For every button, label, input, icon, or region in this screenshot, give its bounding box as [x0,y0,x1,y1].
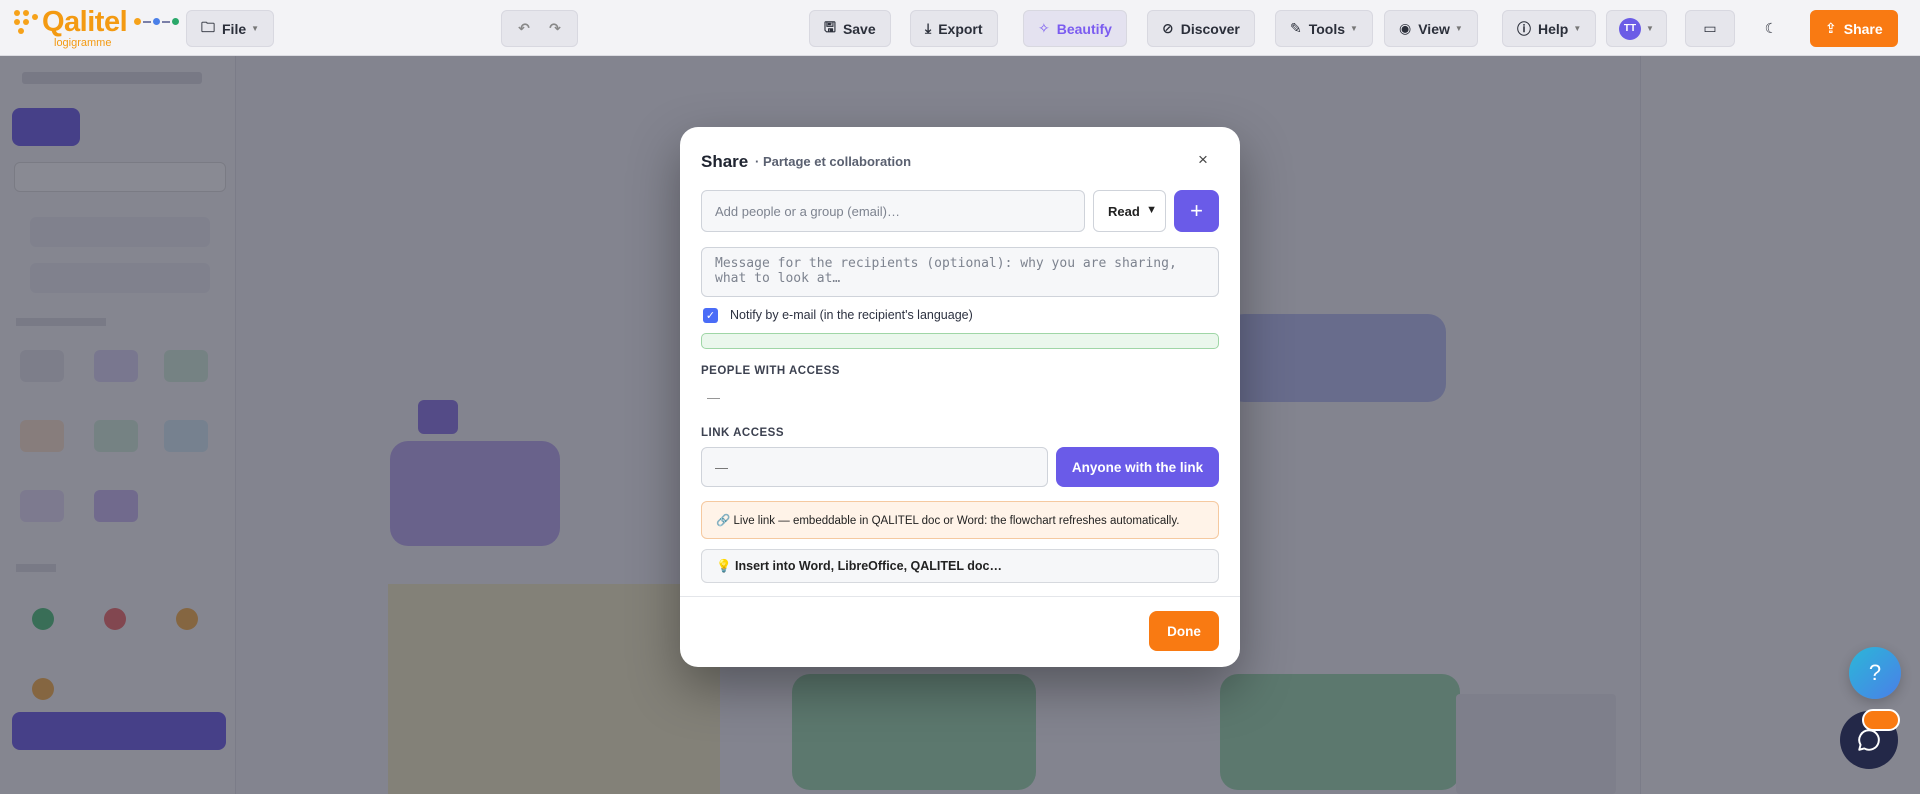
share-dialog: Share · Partage et collaboration × Read … [680,127,1240,667]
view-label: View [1418,20,1450,37]
dialog-footer-divider [680,596,1240,597]
beautify-label: Beautify [1056,20,1112,37]
insert-into-docs-toggle[interactable]: 💡 Insert into Word, LibreOffice, QALITEL… [701,549,1219,583]
redo-icon[interactable]: ↷ [549,20,561,37]
beautify-button[interactable]: ✧ Beautify [1023,10,1127,47]
status-bar [701,333,1219,349]
notify-label: Notify by e-mail (in the recipient's lan… [730,308,973,322]
permission-value: Read [1108,203,1140,219]
live-link-info: 🔗 Live link — embeddable in QALITEL doc … [701,501,1219,539]
permission-select[interactable]: Read ▼ [1093,190,1166,232]
help-label: Help [1538,20,1569,37]
anyone-with-link-button[interactable]: Anyone with the link [1056,447,1219,487]
share-label: Share [1843,20,1883,37]
moon-icon: ☾ [1764,20,1778,36]
save-button[interactable]: 🖫 Save [809,10,891,47]
add-recipient-button[interactable]: + [1174,190,1219,232]
chevron-down-icon: ▼ [251,24,260,33]
message-textarea[interactable] [701,247,1219,297]
sparkle-icon: ✧ [1038,20,1050,36]
people-section-heading: PEOPLE WITH ACCESS [701,365,840,377]
app-logo[interactable]: Qalitel logigramme [14,6,128,49]
flow-decoration-icon [134,18,179,25]
link-section-heading: LINK ACCESS [701,427,785,439]
save-icon: 🖫 [824,18,836,35]
discover-button[interactable]: ⊘ Discover [1147,10,1255,47]
done-button[interactable]: Done [1149,611,1219,651]
upload-icon: ⇪ [1825,20,1837,36]
chat-notification-badge [1862,709,1900,731]
tools-label: Tools [1308,20,1346,37]
avatar: TT [1619,17,1641,40]
help-fab-button[interactable]: ? [1849,647,1901,699]
logo-dots-icon [14,10,40,36]
dialog-title: Share [701,152,749,171]
file-menu-button[interactable]: 🗀 File ▼ [186,10,275,47]
close-icon[interactable]: × [1192,149,1214,171]
chevron-down-icon: ▼ [1146,204,1157,216]
export-label: Export [938,20,983,37]
discover-label: Discover [1180,20,1240,37]
export-button[interactable]: ⤓ Export [910,10,998,47]
undo-redo-group: ↶ ↷ [501,10,578,47]
chevron-down-icon: ▼ [1350,24,1358,33]
presentation-icon: ▭ [1703,20,1717,36]
share-button[interactable]: ⇪ Share [1810,10,1898,47]
file-label: File [222,20,247,37]
download-icon: ⤓ [925,20,932,36]
view-menu-button[interactable]: ◉ View ▼ [1384,10,1478,47]
present-button[interactable]: ▭ [1685,10,1735,47]
chevron-down-icon: ▼ [1646,24,1654,33]
chevron-down-icon: ▼ [1573,24,1582,33]
dialog-subtitle: · Partage et collaboration [755,154,912,169]
tools-menu-button[interactable]: ✎ Tools ▼ [1275,10,1373,47]
logo-subtitle: logigramme [54,37,112,49]
compass-icon: ⊘ [1162,20,1174,36]
save-label: Save [842,20,876,37]
chevron-down-icon: ▼ [1454,24,1463,33]
notify-checkbox[interactable]: ✓ [703,308,718,323]
recipient-email-input[interactable] [701,190,1085,232]
logo-name: Qalitel [42,6,128,38]
share-link-field[interactable]: — [701,447,1048,487]
top-toolbar: Qalitel logigramme 🗀 File ▼ ↶ ↷ 🖫 Save ⤓… [0,0,1920,56]
undo-icon[interactable]: ↶ [518,20,530,37]
folder-icon: 🗀 [201,18,215,35]
help-circle-icon: ⓘ [1517,20,1531,37]
pencil-icon: ✎ [1290,20,1302,36]
people-empty-placeholder: — [707,390,720,405]
help-menu-button[interactable]: ⓘ Help ▼ [1502,10,1597,47]
user-menu-button[interactable]: TT ▼ [1606,10,1667,47]
dark-mode-toggle[interactable]: ☾ [1748,10,1794,47]
eye-icon: ◉ [1399,20,1412,36]
